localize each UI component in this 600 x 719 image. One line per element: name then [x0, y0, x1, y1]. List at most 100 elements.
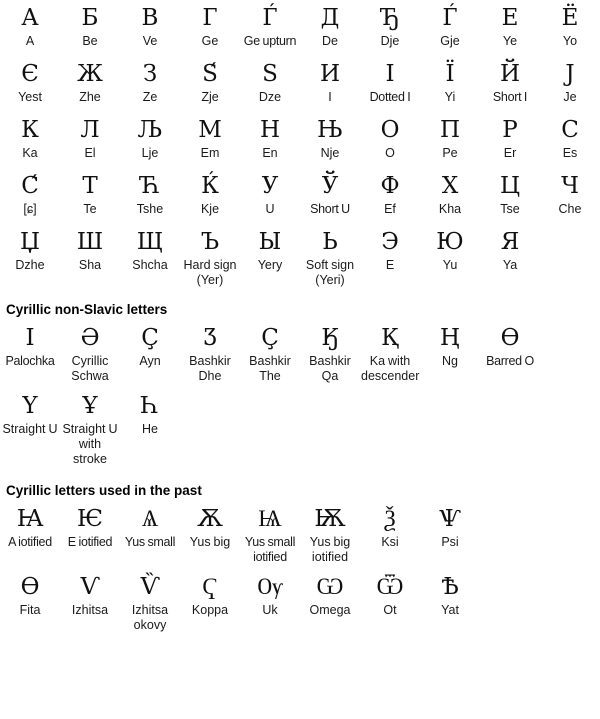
- letter-cell: Ѳ Fita: [0, 573, 60, 618]
- letter-name: Be: [82, 34, 98, 48]
- letter-glyph: Д: [320, 5, 340, 31]
- letter-name: Ka with descender: [361, 354, 420, 383]
- letter-cell: [480, 573, 540, 603]
- letter-glyph: Ҫ: [141, 325, 159, 351]
- letter-glyph: О: [380, 117, 400, 143]
- letter-name: Ge upturn: [243, 34, 297, 48]
- letter-glyph: Ꙗ: [16, 506, 44, 532]
- letter-cell: [540, 573, 600, 603]
- letter-glyph: Ѣ: [441, 574, 459, 600]
- letter-glyph: Ў: [321, 173, 339, 199]
- letter-name: Yus small: [124, 535, 176, 549]
- letter-cell: К Ka: [0, 116, 60, 161]
- letter-cell: Љ Lje: [120, 116, 180, 161]
- letter-name: A: [25, 34, 35, 48]
- letter-glyph: Т: [82, 173, 98, 199]
- letter-cell: Ҫ Ayn: [120, 324, 180, 369]
- letter-glyph: [181, 392, 239, 422]
- letter-cell: Ѹ Uk: [240, 573, 300, 618]
- letter-name: Kha: [438, 202, 462, 216]
- letter-name: Kje: [200, 202, 220, 216]
- letter-cell: Ұ Straight U with stroke: [60, 392, 120, 467]
- letter-cell: Ѫ Yus big: [180, 505, 240, 550]
- letter-cell: П Pe: [420, 116, 480, 161]
- letter-name: Cyrillic Schwa: [71, 354, 109, 383]
- letter-glyph: Э: [381, 229, 399, 255]
- letter-cell: Ѱ Psi: [420, 505, 480, 550]
- letter-name: Es: [562, 146, 578, 160]
- letter-name: Izhitsa: [71, 603, 109, 617]
- letter-glyph: Ѵ: [80, 574, 100, 600]
- letter-glyph: Я: [500, 229, 520, 255]
- letter-cell: [480, 392, 540, 422]
- letter-cell: Ң Ng: [420, 324, 480, 369]
- letter-cell: Ҁ Koppa: [180, 573, 240, 618]
- letter-name: Yus big: [189, 535, 231, 549]
- letter-glyph: Ј: [565, 61, 575, 87]
- letter-cell: З Ze: [120, 60, 180, 105]
- letter-glyph: [541, 505, 599, 535]
- letter-glyph: Ѫ: [197, 506, 223, 532]
- letter-glyph: М: [198, 117, 222, 143]
- section-heading-historic: Cyrillic letters used in the past: [6, 483, 202, 498]
- letter-glyph: К: [21, 117, 39, 143]
- letter-row: Ꙗ A iotified Ѥ E iotified Ѧ Yus small Ѫ Yus …: [0, 505, 600, 565]
- letter-glyph: [361, 392, 419, 422]
- letter-glyph: Ҫ: [261, 325, 279, 351]
- letter-row: Ӏ Palochka Ә Cyrillic Schwa Ҫ Ayn Ӡ Bashkir …: [0, 324, 600, 384]
- letter-glyph: Ђ: [380, 5, 400, 31]
- letter-glyph: Ъ: [200, 229, 220, 255]
- letter-name: Yu: [442, 258, 458, 272]
- letter-name: Short U: [310, 202, 350, 216]
- letter-glyph: Ѹ: [257, 574, 283, 600]
- letter-glyph: У: [261, 173, 279, 199]
- letter-cell: Ѥ E iotified: [60, 505, 120, 550]
- letter-name: Dje: [380, 34, 400, 48]
- letter-name: He: [142, 422, 158, 436]
- letter-cell: Р Er: [480, 116, 540, 161]
- letter-name: Pe: [442, 146, 458, 160]
- letter-name: Ve: [142, 34, 158, 48]
- letter-name: Ge: [201, 34, 219, 48]
- letter-name: Psi: [441, 535, 459, 549]
- letter-cell: Б Be: [60, 4, 120, 49]
- letter-cell: Ё Yo: [540, 4, 600, 49]
- letter-name: Ya: [502, 258, 518, 272]
- letter-name: Barred O: [486, 354, 534, 368]
- letter-row: Ѳ Fita Ѵ Izhitsa Ѷ Izhitsa okovy Ҁ Koppa Ѹ Uk…: [0, 573, 600, 633]
- letter-cell: Ꙗ A iotified: [0, 505, 60, 550]
- letter-cell: Ѧ Yus small: [120, 505, 180, 550]
- letter-name: Yus small iotified: [244, 535, 296, 564]
- letter-cell: Џ Dzhe: [0, 228, 60, 273]
- letter-cell: І Dotted I: [360, 60, 420, 105]
- letter-cell: АA: [0, 4, 60, 49]
- letter-glyph: [481, 392, 539, 422]
- letter-glyph: Ч: [561, 173, 579, 199]
- letter-row: К Ka Л El Љ Lje М Em Н En Њ Nje ОO П Pe Р Er С Es: [0, 116, 600, 161]
- letter-cell: Ж Zhe: [60, 60, 120, 105]
- letter-glyph: Ћ: [139, 173, 161, 199]
- letter-cell: Ѩ Yus small iotified: [240, 505, 300, 565]
- letter-cell: Ѕ Dze: [240, 60, 300, 105]
- letter-glyph: Ї: [445, 61, 455, 87]
- letter-glyph: Њ: [317, 117, 343, 143]
- letter-glyph: Қ: [381, 325, 399, 351]
- letter-name: Ng: [442, 354, 458, 368]
- letter-glyph: Ѱ: [439, 506, 461, 532]
- letter-glyph: Ҁ: [202, 574, 218, 600]
- letter-glyph: Ә: [80, 325, 100, 351]
- letter-name: Bashkir Qa: [309, 354, 351, 383]
- letter-cell: УU: [240, 172, 300, 217]
- letter-glyph: Е: [501, 5, 519, 31]
- letter-cell: Ӄ Bashkir Qa: [300, 324, 360, 384]
- letter-glyph: Ѭ: [314, 506, 346, 532]
- letter-glyph: Ѯ: [384, 506, 396, 532]
- letter-glyph: Ү: [22, 393, 38, 419]
- letter-glyph: Ң: [439, 325, 461, 351]
- letter-name: Ye: [502, 34, 518, 48]
- letter-cell: Ђ Dje: [360, 4, 420, 49]
- letter-glyph: [421, 392, 479, 422]
- letter-glyph: Є: [21, 61, 39, 87]
- letter-cell: Ћ Tshe: [120, 172, 180, 217]
